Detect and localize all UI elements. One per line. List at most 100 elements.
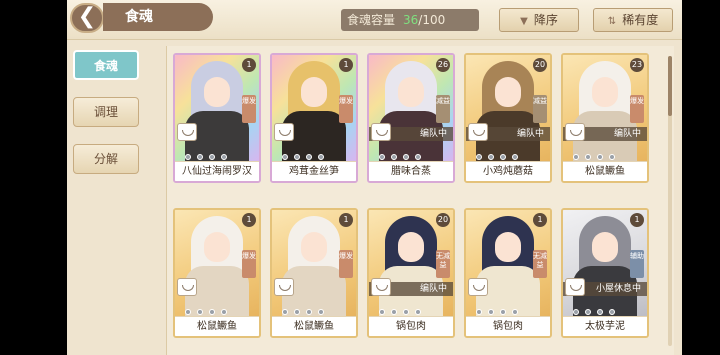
tab-cook[interactable]: 调理 [73, 97, 139, 127]
top-bar: ❮ 食魂 食魂容量 36/100 ▼ 降序 ⇅ 稀有度 [67, 0, 682, 40]
role-badge: 辅助 [630, 250, 644, 278]
food-soul-name: 小鸡炖蘑菇 [466, 161, 550, 181]
skill-dot [609, 309, 615, 315]
skill-dot [294, 154, 300, 160]
skill-dot [585, 309, 591, 315]
level-badge: 1 [339, 213, 353, 227]
character-portrait: 1 爆发 [175, 210, 259, 316]
dish-plate-icon [371, 278, 391, 296]
food-soul-name: 松鼠鳜鱼 [272, 316, 356, 336]
skill-dot [306, 309, 312, 315]
skill-dot [512, 309, 518, 315]
sort-order-button[interactable]: ▼ 降序 [499, 8, 579, 32]
skill-dot [415, 154, 421, 160]
game-window: ❮ 食魂 食魂容量 36/100 ▼ 降序 ⇅ 稀有度 食魂 调理 分解 1 爆发 八仙过… [67, 0, 682, 355]
skill-dot [282, 154, 288, 160]
portrait-face [592, 77, 618, 107]
skill-dot [209, 154, 215, 160]
dish-plate-icon [468, 123, 488, 141]
portrait-face [301, 232, 327, 262]
level-badge: 1 [242, 58, 256, 72]
food-soul-card[interactable]: 20 减益 编队中 小鸡炖蘑菇 [464, 53, 552, 183]
food-soul-name: 松鼠鳜鱼 [175, 316, 259, 336]
dish-plate-icon [468, 278, 488, 296]
food-soul-card[interactable]: 23 爆发 编队中 松鼠鳜鱼 [561, 53, 649, 183]
skill-dot [415, 309, 421, 315]
role-badge: 爆发 [339, 95, 353, 123]
dish-plate-icon [371, 123, 391, 141]
scroll-thumb[interactable] [668, 56, 672, 116]
food-soul-name: 鸡茸金丝笋 [272, 161, 356, 181]
skill-dot [306, 154, 312, 160]
level-badge: 23 [630, 58, 644, 72]
skill-dot [318, 309, 324, 315]
skill-dots [185, 145, 251, 160]
character-portrait: 20 减益 编队中 [466, 55, 550, 161]
character-portrait: 1 爆发 [272, 55, 356, 161]
skill-dot [476, 309, 482, 315]
skill-dots [185, 300, 251, 315]
level-badge: 26 [436, 58, 450, 72]
food-soul-name: 太极芋泥 [563, 316, 647, 336]
food-soul-card[interactable]: 1 爆发松鼠鳜鱼 [270, 208, 358, 338]
portrait-face [495, 77, 521, 107]
skill-dot [597, 309, 603, 315]
skill-dots [476, 300, 542, 315]
skill-dot [500, 309, 506, 315]
sort-rarity-button[interactable]: ⇅ 稀有度 [593, 8, 673, 32]
food-soul-card[interactable]: 1 爆发松鼠鳜鱼 [173, 208, 261, 338]
food-soul-card[interactable]: 1 爆发八仙过海闹罗汉 [173, 53, 261, 183]
portrait-face [301, 77, 327, 107]
food-soul-card[interactable]: 1 无减益 锅包肉 [464, 208, 552, 338]
sort-rarity-label: 稀有度 [622, 13, 659, 27]
role-badge: 减益 [436, 95, 450, 123]
character-portrait: 1 爆发 [175, 55, 259, 161]
food-soul-card[interactable]: 20 无减益 编队中 锅包肉 [367, 208, 455, 338]
food-soul-card[interactable]: 1 辅助 小屋休息中 太极芋泥 [561, 208, 649, 338]
role-badge: 爆发 [242, 250, 256, 278]
back-button[interactable]: ❮ [70, 3, 104, 33]
role-badge: 无减益 [436, 250, 450, 278]
portrait-face [495, 232, 521, 262]
level-badge: 1 [242, 213, 256, 227]
skill-dot [391, 154, 397, 160]
portrait-face [204, 232, 230, 262]
role-badge: 爆发 [242, 95, 256, 123]
level-badge: 20 [533, 58, 547, 72]
food-soul-card[interactable]: 26 减益 编队中 腊味合蒸 [367, 53, 455, 183]
level-badge: 1 [533, 213, 547, 227]
skill-dot [391, 309, 397, 315]
capacity-used: 36 [403, 13, 419, 27]
skill-dot [209, 309, 215, 315]
skill-dot [488, 309, 494, 315]
food-soul-name: 松鼠鳜鱼 [563, 161, 647, 181]
role-badge: 无减益 [533, 250, 547, 278]
skill-dot [573, 309, 579, 315]
skill-dot [318, 154, 324, 160]
capacity-counter: 食魂容量 36/100 [341, 9, 479, 31]
portrait-face [204, 77, 230, 107]
sort-order-label: 降序 [533, 13, 558, 27]
food-soul-card[interactable]: 1 爆发鸡茸金丝笋 [270, 53, 358, 183]
skill-dot [282, 309, 288, 315]
food-soul-name: 腊味合蒸 [369, 161, 453, 181]
skill-dot [488, 154, 494, 160]
portrait-face [398, 232, 424, 262]
tab-food-souls[interactable]: 食魂 [73, 50, 139, 80]
food-soul-name: 八仙过海闹罗汉 [175, 161, 259, 181]
skill-dot [221, 154, 227, 160]
level-badge: 20 [436, 213, 450, 227]
capacity-total: /100 [418, 13, 446, 27]
level-badge: 1 [339, 58, 353, 72]
skill-dots [282, 145, 348, 160]
skill-dots [282, 300, 348, 315]
skill-dot [597, 154, 603, 160]
tab-decompose[interactable]: 分解 [73, 144, 139, 174]
skill-dot [476, 154, 482, 160]
skill-dot [379, 309, 385, 315]
skill-dot [403, 154, 409, 160]
character-portrait: 1 无减益 [466, 210, 550, 316]
dish-plate-icon [565, 123, 585, 141]
skill-dot [185, 309, 191, 315]
role-badge: 爆发 [339, 250, 353, 278]
